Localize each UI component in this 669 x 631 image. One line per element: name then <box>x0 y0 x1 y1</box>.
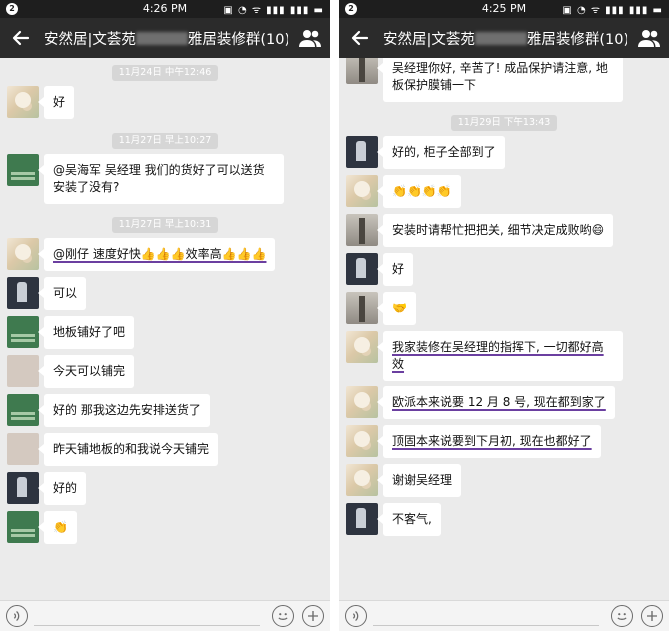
avatar[interactable] <box>7 511 39 543</box>
message-row: 好的 <box>0 470 330 506</box>
message-bubble[interactable]: 好 <box>37 86 75 119</box>
message-row: 我家装修在吴经理的指挥下, 一切都好高效 <box>339 329 669 381</box>
message-bubble[interactable]: 欧派本来说要 12 月 8 号, 现在都到家了 <box>377 386 615 419</box>
avatar[interactable] <box>346 464 378 496</box>
group-members-icon[interactable] <box>637 27 661 49</box>
timestamp-separator: 11月29日 下午13:43 <box>339 110 669 131</box>
timestamp-separator: 11月24日 中午12:46 <box>0 60 330 81</box>
message-row: 👏 <box>0 509 330 545</box>
group-members-icon[interactable] <box>298 27 322 49</box>
status-icons: ▣ ◔ ᯤ ▮▮▮ ▮▮▮ ▬ <box>562 5 663 16</box>
message-bubble[interactable]: 安装时请帮忙把把关, 细节决定成败哟😄 <box>376 214 614 247</box>
voice-icon[interactable] <box>6 605 28 627</box>
message-list[interactable]: 吴经理你好, 辛苦了! 成品保护请注意, 地板保护膜铺一下 11月29日 下午13… <box>339 58 669 600</box>
message-row: 好的, 柜子全部到了 <box>339 134 669 170</box>
plus-icon[interactable] <box>641 605 663 627</box>
avatar[interactable] <box>346 292 378 324</box>
message-row: @刚仔 速度好快👍👍👍效率高👍👍👍 <box>0 236 330 272</box>
message-row: 安装时请帮忙把把关, 细节决定成败哟😄 <box>339 212 669 248</box>
avatar[interactable] <box>7 154 39 186</box>
message-bubble[interactable]: 我家装修在吴经理的指挥下, 一切都好高效 <box>377 331 623 381</box>
message-bubble[interactable]: 好的 那我这边先安排送货了 <box>38 394 210 427</box>
message-row: 可以 <box>0 275 330 311</box>
redacted-text <box>474 32 527 45</box>
plus-icon[interactable] <box>302 605 324 627</box>
avatar[interactable] <box>346 136 378 168</box>
message-bubble[interactable]: @刚仔 速度好快👍👍👍效率高👍👍👍 <box>37 238 276 271</box>
message-row: 👏👏👏👏 <box>339 173 669 209</box>
group-title: 安然居|文荟苑 雅居装修群(10) <box>44 32 288 48</box>
chat-screen-left: 2 4:26 PM ▣ ◔ ᯤ ▮▮▮ ▮▮▮ ▬ 安然居|文荟苑 雅居装修群(1… <box>0 0 330 631</box>
message-row: 🤝 <box>339 290 669 326</box>
status-bar: 2 4:25 PM ▣ ◔ ᯤ ▮▮▮ ▮▮▮ ▬ <box>339 0 669 18</box>
back-arrow-icon[interactable] <box>347 25 373 51</box>
avatar[interactable] <box>7 316 39 348</box>
avatar[interactable] <box>7 277 39 309</box>
avatar[interactable] <box>7 472 39 504</box>
avatar[interactable] <box>346 425 378 457</box>
timestamp-separator: 11月27日 早上10:27 <box>0 128 330 149</box>
group-title: 安然居|文荟苑 雅居装修群(10) <box>383 32 627 48</box>
message-row: 好 <box>0 84 330 120</box>
message-bubble[interactable]: 👏👏👏👏 <box>377 175 461 208</box>
timestamp-label: 11月29日 下午13:43 <box>450 115 558 131</box>
message-bubble[interactable]: 昨天铺地板的和我说今天铺完 <box>37 433 219 466</box>
emoji-icon[interactable] <box>611 605 633 627</box>
chat-screen-right: 2 4:25 PM ▣ ◔ ᯤ ▮▮▮ ▮▮▮ ▬ 安然居|文荟苑 雅居装修群(1… <box>339 0 669 631</box>
message-bubble[interactable]: 好 <box>376 253 414 286</box>
timestamp-label: 11月27日 早上10:27 <box>111 133 219 149</box>
message-bubble[interactable]: 👏 <box>38 511 77 544</box>
avatar[interactable] <box>346 386 378 418</box>
message-bubble[interactable]: 今天可以铺完 <box>37 355 135 388</box>
message-row: 不客气, <box>339 501 669 537</box>
message-bubble[interactable]: @吴海军 吴经理 我们的货好了可以送货安装了没有? <box>38 154 284 204</box>
message-input[interactable] <box>373 610 599 626</box>
avatar[interactable] <box>7 394 39 426</box>
back-arrow-icon[interactable] <box>8 25 34 51</box>
avatar[interactable] <box>346 331 378 363</box>
message-row: 欧派本来说要 12 月 8 号, 现在都到家了 <box>339 384 669 420</box>
timestamp-label: 11月24日 中午12:46 <box>111 65 219 81</box>
message-list[interactable]: 11月24日 中午12:46 好 11月27日 早上10:27 @吴海军 吴经理 我们… <box>0 58 330 600</box>
status-icons: ▣ ◔ ᯤ ▮▮▮ ▮▮▮ ▬ <box>223 5 324 16</box>
message-row: 地板铺好了吧 <box>0 314 330 350</box>
avatar[interactable] <box>346 253 378 285</box>
avatar[interactable] <box>7 433 39 465</box>
message-row: 今天可以铺完 <box>0 353 330 389</box>
message-bubble[interactable]: 吴经理你好, 辛苦了! 成品保护请注意, 地板保护膜铺一下 <box>377 58 623 102</box>
message-row: 昨天铺地板的和我说今天铺完 <box>0 431 330 467</box>
message-bubble[interactable]: 谢谢吴经理 <box>376 464 462 497</box>
message-row: 谢谢吴经理 <box>339 462 669 498</box>
message-bubble[interactable]: 可以 <box>37 277 87 310</box>
message-bubble[interactable]: 好的, 柜子全部到了 <box>377 136 505 169</box>
message-bubble[interactable]: 好的 <box>37 472 87 505</box>
emoji-icon[interactable] <box>272 605 294 627</box>
input-bar <box>0 600 330 631</box>
avatar[interactable] <box>346 214 378 246</box>
message-row: 顶固本来说要到下月初, 现在也都好了 <box>339 423 669 459</box>
timestamp-separator: 11月27日 早上10:31 <box>0 212 330 233</box>
message-row: 吴经理你好, 辛苦了! 成品保护请注意, 地板保护膜铺一下 <box>339 58 669 102</box>
redacted-text <box>135 32 188 45</box>
message-bubble[interactable]: 地板铺好了吧 <box>37 316 135 349</box>
avatar[interactable] <box>346 58 378 84</box>
message-row: 好 <box>339 251 669 287</box>
input-bar <box>339 600 669 631</box>
message-row: 好的 那我这边先安排送货了 <box>0 392 330 428</box>
avatar[interactable] <box>346 175 378 207</box>
status-bar: 2 4:26 PM ▣ ◔ ᯤ ▮▮▮ ▮▮▮ ▬ <box>0 0 330 18</box>
timestamp-label: 11月27日 早上10:31 <box>111 217 219 233</box>
avatar[interactable] <box>7 238 39 270</box>
message-bubble[interactable]: 🤝 <box>377 292 416 325</box>
chat-header: 安然居|文荟苑 雅居装修群(10) <box>0 18 330 58</box>
message-bubble[interactable]: 顶固本来说要到下月初, 现在也都好了 <box>377 425 601 458</box>
avatar[interactable] <box>7 355 39 387</box>
message-bubble[interactable]: 不客气, <box>377 503 441 536</box>
message-input[interactable] <box>34 610 260 626</box>
voice-icon[interactable] <box>345 605 367 627</box>
chat-header: 安然居|文荟苑 雅居装修群(10) <box>339 18 669 58</box>
message-row: @吴海军 吴经理 我们的货好了可以送货安装了没有? <box>0 152 330 204</box>
avatar[interactable] <box>7 86 39 118</box>
avatar[interactable] <box>346 503 378 535</box>
